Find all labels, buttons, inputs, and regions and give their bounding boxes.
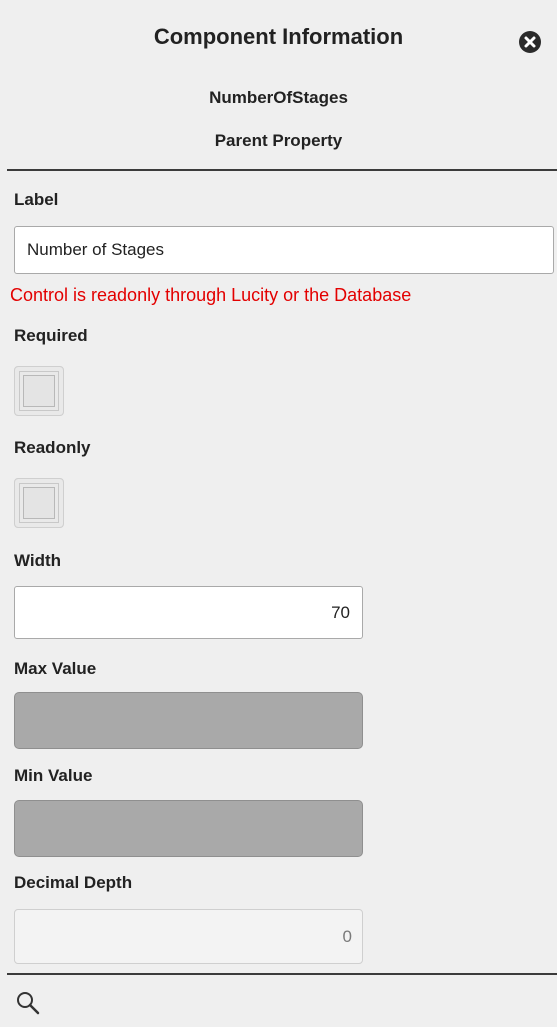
close-icon[interactable] [519,31,541,53]
component-type: Parent Property [214,131,343,150]
min-value-label: Min Value [14,766,93,785]
header-divider [7,169,557,171]
readonly-checkbox[interactable] [14,478,64,528]
max-value-label: Max Value [14,659,97,678]
required-checkbox-box [23,375,55,407]
search-icon[interactable] [15,990,41,1016]
readonly-label: Readonly [14,438,91,457]
footer-divider [7,973,557,975]
decimal-depth-input [14,909,363,964]
panel-title: Component Information [153,24,404,49]
width-input[interactable] [14,586,363,639]
component-name: NumberOfStages [209,88,348,107]
max-value-input [14,692,363,749]
decimal-depth-label: Decimal Depth [14,873,133,892]
readonly-error-message: Control is readonly through Lucity or th… [10,285,412,305]
width-label: Width [14,551,62,570]
min-value-input [14,800,363,857]
panel-header: Component Information NumberOfStages Par… [0,0,557,168]
required-label: Required [14,326,88,345]
label-field-label: Label [14,190,59,209]
readonly-checkbox-box [23,487,55,519]
required-checkbox[interactable] [14,366,64,416]
label-input[interactable] [14,226,554,274]
component-information-panel: Component Information NumberOfStages Par… [0,0,557,1027]
